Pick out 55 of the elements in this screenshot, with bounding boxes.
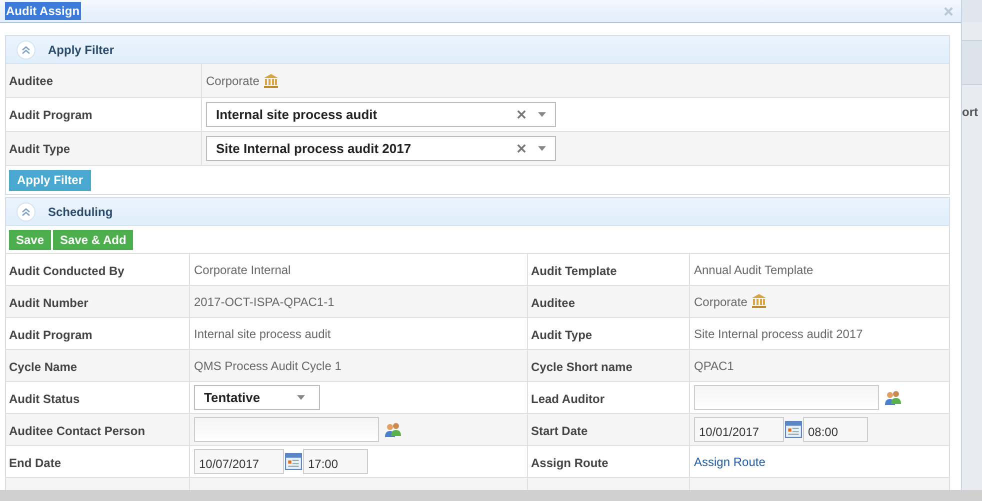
field-label: Audit Program	[9, 106, 92, 124]
building-icon	[751, 293, 768, 309]
calendar-icon[interactable]	[785, 421, 802, 438]
select-field[interactable]: Internal site process audit	[206, 102, 556, 127]
section-title: Apply Filter	[48, 42, 114, 58]
field-value: Internal site process audit	[194, 326, 331, 343]
section-header[interactable]: Apply Filter	[6, 36, 949, 64]
caret-icon	[538, 146, 546, 151]
date-field[interactable]: 10/01/2017	[694, 417, 784, 442]
clear-icon[interactable]	[517, 144, 526, 153]
field-label: Cycle Name	[9, 358, 78, 376]
field-value: 2017-OCT-ISPA-QPAC1-1	[194, 294, 334, 311]
background-text: ort	[962, 104, 978, 120]
field-value: Site Internal process audit 2017	[694, 326, 863, 343]
field-label: Start Date	[531, 422, 588, 440]
field-label: Audit Template	[531, 262, 617, 280]
field-value: QPAC1	[694, 358, 734, 375]
field-value: Corporate Internal	[194, 262, 291, 279]
field-label: End Date	[9, 454, 62, 472]
field-label: Auditee Contact Person	[9, 422, 146, 440]
window-title: Audit Assign	[5, 2, 81, 20]
caret-icon	[538, 112, 546, 117]
input-field[interactable]	[194, 417, 379, 442]
status-dropdown[interactable]: Tentative	[194, 385, 320, 410]
field-value: Corporate	[694, 294, 748, 311]
users-icon[interactable]	[885, 390, 901, 406]
assign-route-link[interactable]: Assign Route	[694, 453, 766, 471]
field-value: QMS Process Audit Cycle 1	[194, 358, 342, 375]
collapse-icon[interactable]	[16, 40, 36, 60]
calendar-icon[interactable]	[285, 453, 302, 470]
field-label: Audit Status	[9, 390, 80, 408]
field-value: Annual Audit Template	[694, 262, 814, 279]
field-label: Cycle Short name	[531, 358, 632, 376]
field-label: Assign Route	[531, 454, 608, 472]
field-label: Auditee	[531, 294, 576, 312]
time-field[interactable]: 08:00	[803, 417, 868, 442]
field-label: Lead Auditor	[531, 390, 605, 408]
clear-icon[interactable]	[517, 110, 526, 119]
users-icon[interactable]	[385, 422, 401, 438]
field-label: Audit Type	[9, 140, 70, 158]
time-field[interactable]: 17:00	[303, 449, 368, 474]
select-field[interactable]: Site Internal process audit 2017	[206, 136, 556, 161]
section-header[interactable]: Scheduling	[6, 198, 949, 226]
field-label: Audit Conducted By	[9, 262, 124, 280]
building-icon	[263, 72, 280, 88]
field-value: Corporate	[206, 72, 260, 90]
field-label: Audit Program	[9, 326, 92, 344]
field-label: Audit Number	[9, 294, 88, 312]
field-label: Auditee	[9, 72, 54, 90]
collapse-icon[interactable]	[16, 202, 36, 222]
section-title: Scheduling	[48, 204, 113, 220]
date-field[interactable]: 10/07/2017	[194, 449, 284, 474]
field-label: Audit Type	[531, 326, 592, 344]
input-field[interactable]	[694, 385, 879, 410]
caret-icon	[297, 395, 305, 400]
